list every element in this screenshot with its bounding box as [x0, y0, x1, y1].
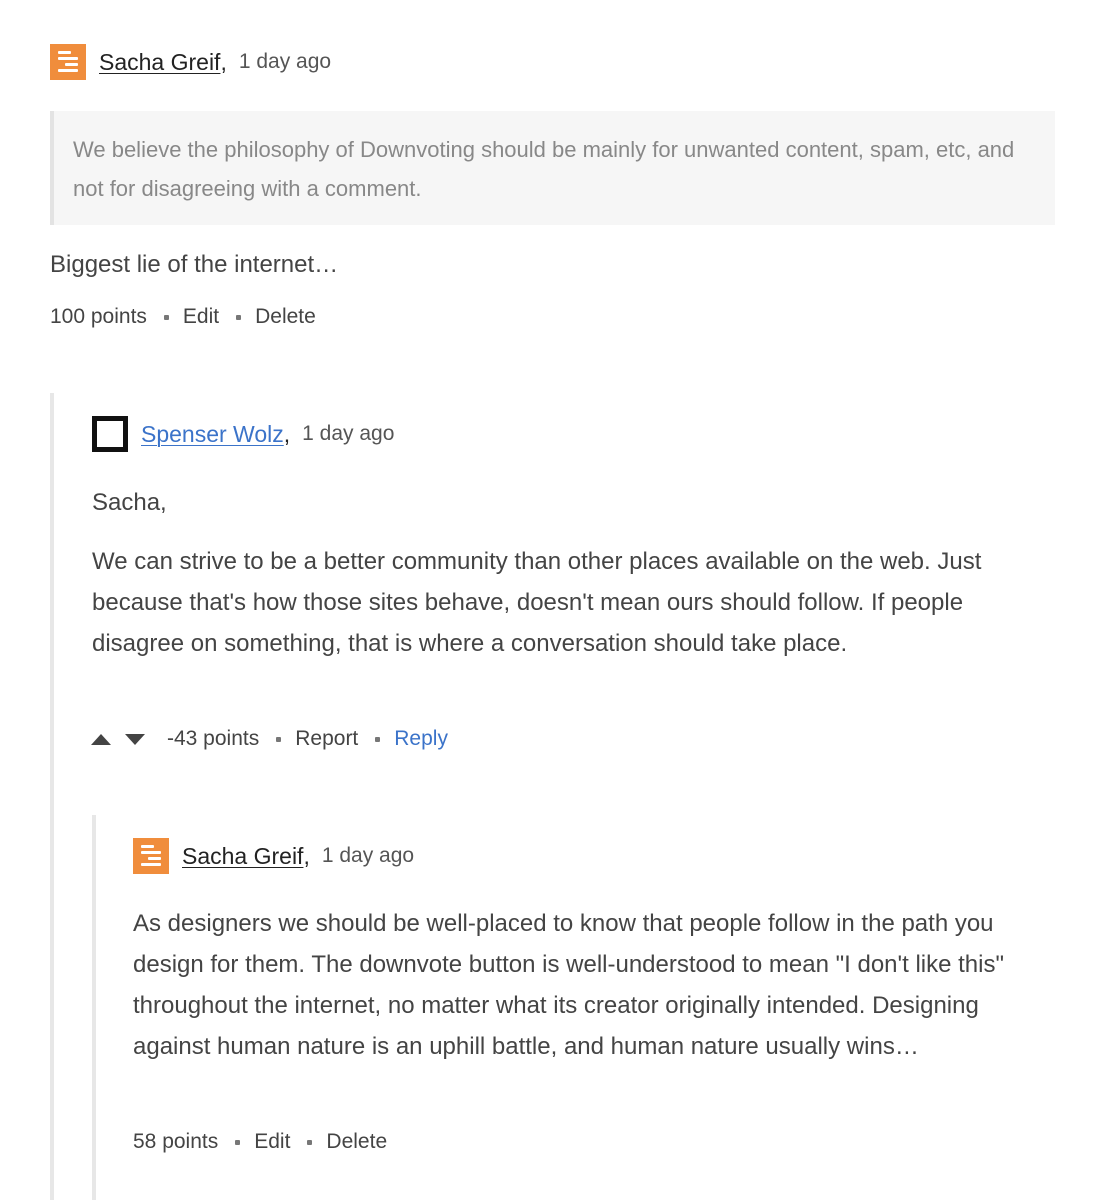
comment-sacha-greif-2: Sacha Greif, 1 day ago [133, 838, 1053, 874]
comment-body: Biggest lie of the internet… [50, 251, 339, 278]
author-link[interactable]: Spenser Wolz [141, 421, 284, 448]
author-link[interactable]: Sacha Greif [99, 49, 220, 76]
timestamp: 1 day ago [302, 422, 395, 445]
delete-button[interactable]: Delete [326, 1130, 387, 1154]
comment-meta: Spenser Wolz, 1 day ago [92, 416, 1052, 452]
report-button[interactable]: Report [295, 727, 358, 751]
separator-dot [235, 1139, 241, 1145]
timestamp: 1 day ago [321, 844, 415, 867]
avatar[interactable] [133, 838, 169, 874]
upvote-icon[interactable] [91, 733, 111, 745]
comment-greeting: Sacha, [92, 489, 167, 516]
edit-button[interactable]: Edit [183, 305, 219, 329]
comment-actions: 58 points Edit Delete [133, 1127, 387, 1157]
delete-button[interactable]: Delete [255, 305, 316, 329]
points-count: 58 points [133, 1130, 219, 1153]
avatar[interactable] [92, 416, 128, 452]
thread-line-level-2 [92, 815, 96, 1200]
separator-dot [163, 314, 169, 320]
points-count: -43 points [167, 727, 260, 750]
comment-sacha-greif-1: Sacha Greif, 1 day ago [50, 44, 1055, 80]
author-link[interactable]: Sacha Greif [182, 843, 303, 870]
separator-dot [236, 314, 242, 320]
separator-dot [375, 736, 381, 742]
comment-actions: -43 points Report Reply [91, 724, 448, 754]
author-separator: , [220, 48, 227, 75]
separator-dot [307, 1139, 313, 1145]
downvote-icon[interactable] [125, 733, 145, 745]
points-count: 100 points [50, 305, 147, 328]
comment-meta: Sacha Greif, 1 day ago [133, 838, 1053, 874]
blockquote: We believe the philosophy of Downvoting … [50, 111, 1055, 225]
timestamp: 1 day ago [238, 50, 332, 73]
comment-body: As designers we should be well-placed to… [133, 910, 1004, 1060]
reply-button[interactable]: Reply [394, 727, 448, 751]
avatar[interactable] [50, 44, 86, 80]
separator-dot [276, 736, 282, 742]
comment-actions: 100 points Edit Delete [50, 302, 316, 332]
comment-spenser-wolz: Spenser Wolz, 1 day ago [92, 416, 1052, 452]
comment-meta: Sacha Greif, 1 day ago [50, 44, 1055, 80]
author-separator: , [283, 420, 291, 447]
author-separator: , [303, 842, 310, 869]
edit-button[interactable]: Edit [254, 1130, 290, 1154]
thread-line-level-1 [50, 393, 54, 1200]
comment-body: We can strive to be a better community t… [92, 548, 982, 657]
